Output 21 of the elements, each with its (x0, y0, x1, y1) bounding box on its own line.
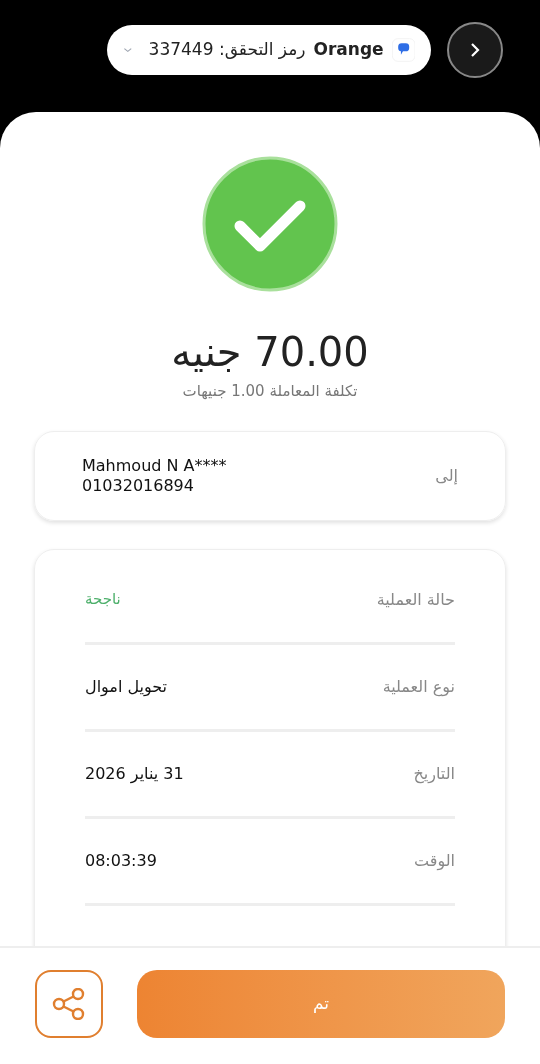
notification-sender: Orange (313, 38, 384, 62)
recipient-label: إلى (435, 464, 458, 487)
detail-label: نوع العملية (382, 675, 455, 699)
recipient-name: Mahmoud N A**** (82, 455, 227, 476)
detail-value: 31 يناير 2026 (85, 762, 184, 786)
detail-label: حالة العملية (376, 588, 455, 611)
detail-value: 08:03:39 (85, 849, 157, 872)
detail-value: تحويل اموال (85, 675, 168, 698)
fee-text: تكلفة المعاملة 1.00 جنيهات (182, 381, 358, 402)
detail-label: الوقت (414, 849, 455, 873)
chevron-right-icon (469, 42, 481, 58)
notification-message: رمز التحقق: 337449 (148, 38, 306, 62)
amount-text: 70.00 جنيه (171, 328, 369, 377)
success-check-icon (202, 156, 338, 292)
status-value: ناجحة (85, 589, 121, 611)
chevron-down-icon (123, 45, 133, 55)
recipient-phone: 01032016894 (82, 475, 195, 496)
share-icon (52, 988, 86, 1020)
share-button[interactable] (35, 970, 103, 1038)
detail-label: التاريخ (413, 762, 455, 786)
next-button[interactable] (447, 22, 503, 78)
